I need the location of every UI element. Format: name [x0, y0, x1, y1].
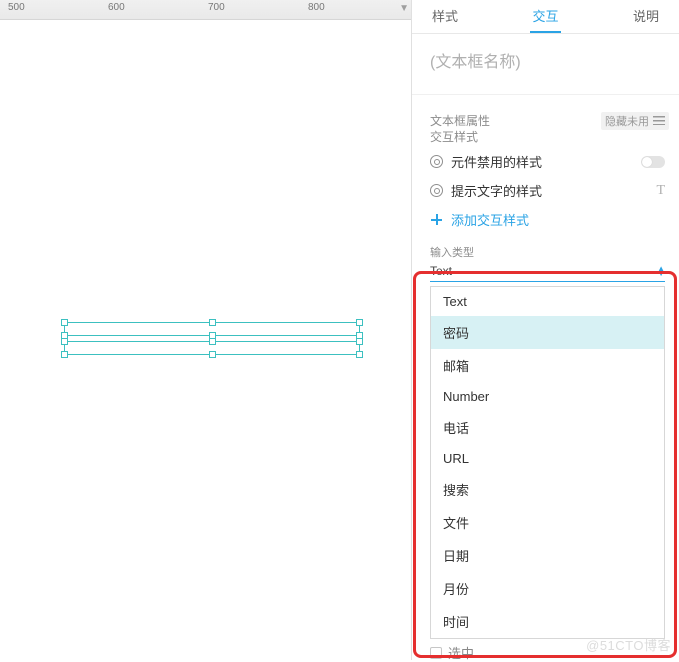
- ruler-menu-icon[interactable]: ▼: [399, 3, 409, 14]
- dropdown-item[interactable]: 时间: [431, 605, 664, 638]
- dropdown-item[interactable]: Text: [431, 287, 664, 316]
- hide-unused-label: 隐藏未用: [605, 113, 649, 129]
- widget-name-placeholder: (文本框名称): [430, 48, 661, 72]
- resize-handle[interactable]: [356, 351, 363, 358]
- dropdown-item[interactable]: 电话: [431, 411, 664, 444]
- dropdown-item[interactable]: 月份: [431, 572, 664, 605]
- widget-name-field[interactable]: (文本框名称): [412, 34, 679, 90]
- canvas[interactable]: 500 600 700 800 ▼: [0, 0, 411, 660]
- list-icon: [653, 116, 665, 125]
- text-style-icon[interactable]: T: [656, 184, 665, 198]
- tab-style[interactable]: 样式: [430, 6, 460, 33]
- ruler-horizontal: 500 600 700 800 ▼: [0, 0, 411, 20]
- input-type-label: 输入类型: [430, 244, 665, 262]
- dropdown-item[interactable]: 文件: [431, 506, 664, 539]
- checkbox-icon[interactable]: [430, 647, 442, 659]
- toggle-disabled-style[interactable]: [641, 156, 665, 168]
- input-type-dropdown: Text 密码 邮箱 Number 电话 URL 搜索 文件 日期 月份 时间: [430, 286, 665, 639]
- row-selected[interactable]: 选中: [412, 639, 679, 662]
- plus-icon: [430, 213, 443, 226]
- resize-handle[interactable]: [356, 319, 363, 326]
- selected-textbox[interactable]: [64, 341, 360, 355]
- row-hint-style-label: 提示文字的样式: [451, 181, 542, 200]
- target-icon: [430, 184, 443, 197]
- ruler-tick: 800: [308, 2, 325, 13]
- ruler-tick: 700: [208, 2, 225, 13]
- section-text-properties-label: 文本框属性: [430, 112, 490, 129]
- resize-handle[interactable]: [209, 319, 216, 326]
- tab-interactions[interactable]: 交互: [530, 6, 560, 33]
- dropdown-item[interactable]: 邮箱: [431, 349, 664, 382]
- resize-handle[interactable]: [209, 338, 216, 345]
- resize-handle[interactable]: [61, 338, 68, 345]
- dropdown-item[interactable]: 密码: [431, 316, 664, 349]
- resize-handle[interactable]: [209, 351, 216, 358]
- dropdown-item[interactable]: URL: [431, 444, 664, 473]
- dropdown-item[interactable]: 日期: [431, 539, 664, 572]
- selected-textbox[interactable]: [64, 322, 360, 336]
- hide-unused-chip[interactable]: 隐藏未用: [601, 112, 669, 130]
- input-type-select[interactable]: Text ▲▼: [430, 262, 665, 282]
- ruler-tick: 600: [108, 2, 125, 13]
- dropdown-item[interactable]: Number: [431, 382, 664, 411]
- row-add-style-label: 添加交互样式: [451, 210, 529, 229]
- inspector-panel: 样式 交互 说明 (文本框名称) 文本框属性 隐藏未用 交互 样式 元件禁用的样式…: [411, 0, 679, 660]
- ruler-tick: 500: [8, 2, 25, 13]
- row-disabled-style[interactable]: 元件禁用的样式: [412, 147, 679, 176]
- target-icon: [430, 155, 443, 168]
- resize-handle[interactable]: [61, 319, 68, 326]
- section-text-properties: 文本框属性 隐藏未用: [412, 94, 679, 122]
- inspector-tabs: 样式 交互 说明: [412, 0, 679, 34]
- input-type-section: 输入类型 Text ▲▼: [412, 240, 679, 282]
- stepper-icon: ▲▼: [657, 266, 665, 276]
- row-hint-style[interactable]: 提示文字的样式 T: [412, 176, 679, 205]
- resize-handle[interactable]: [356, 338, 363, 345]
- dropdown-item[interactable]: 搜索: [431, 473, 664, 506]
- resize-handle[interactable]: [61, 351, 68, 358]
- row-add-style[interactable]: 添加交互样式: [412, 205, 679, 234]
- input-type-value: Text: [430, 264, 452, 278]
- tab-notes[interactable]: 说明: [631, 6, 661, 33]
- row-disabled-style-label: 元件禁用的样式: [451, 152, 542, 171]
- row-selected-label: 选中: [448, 643, 474, 662]
